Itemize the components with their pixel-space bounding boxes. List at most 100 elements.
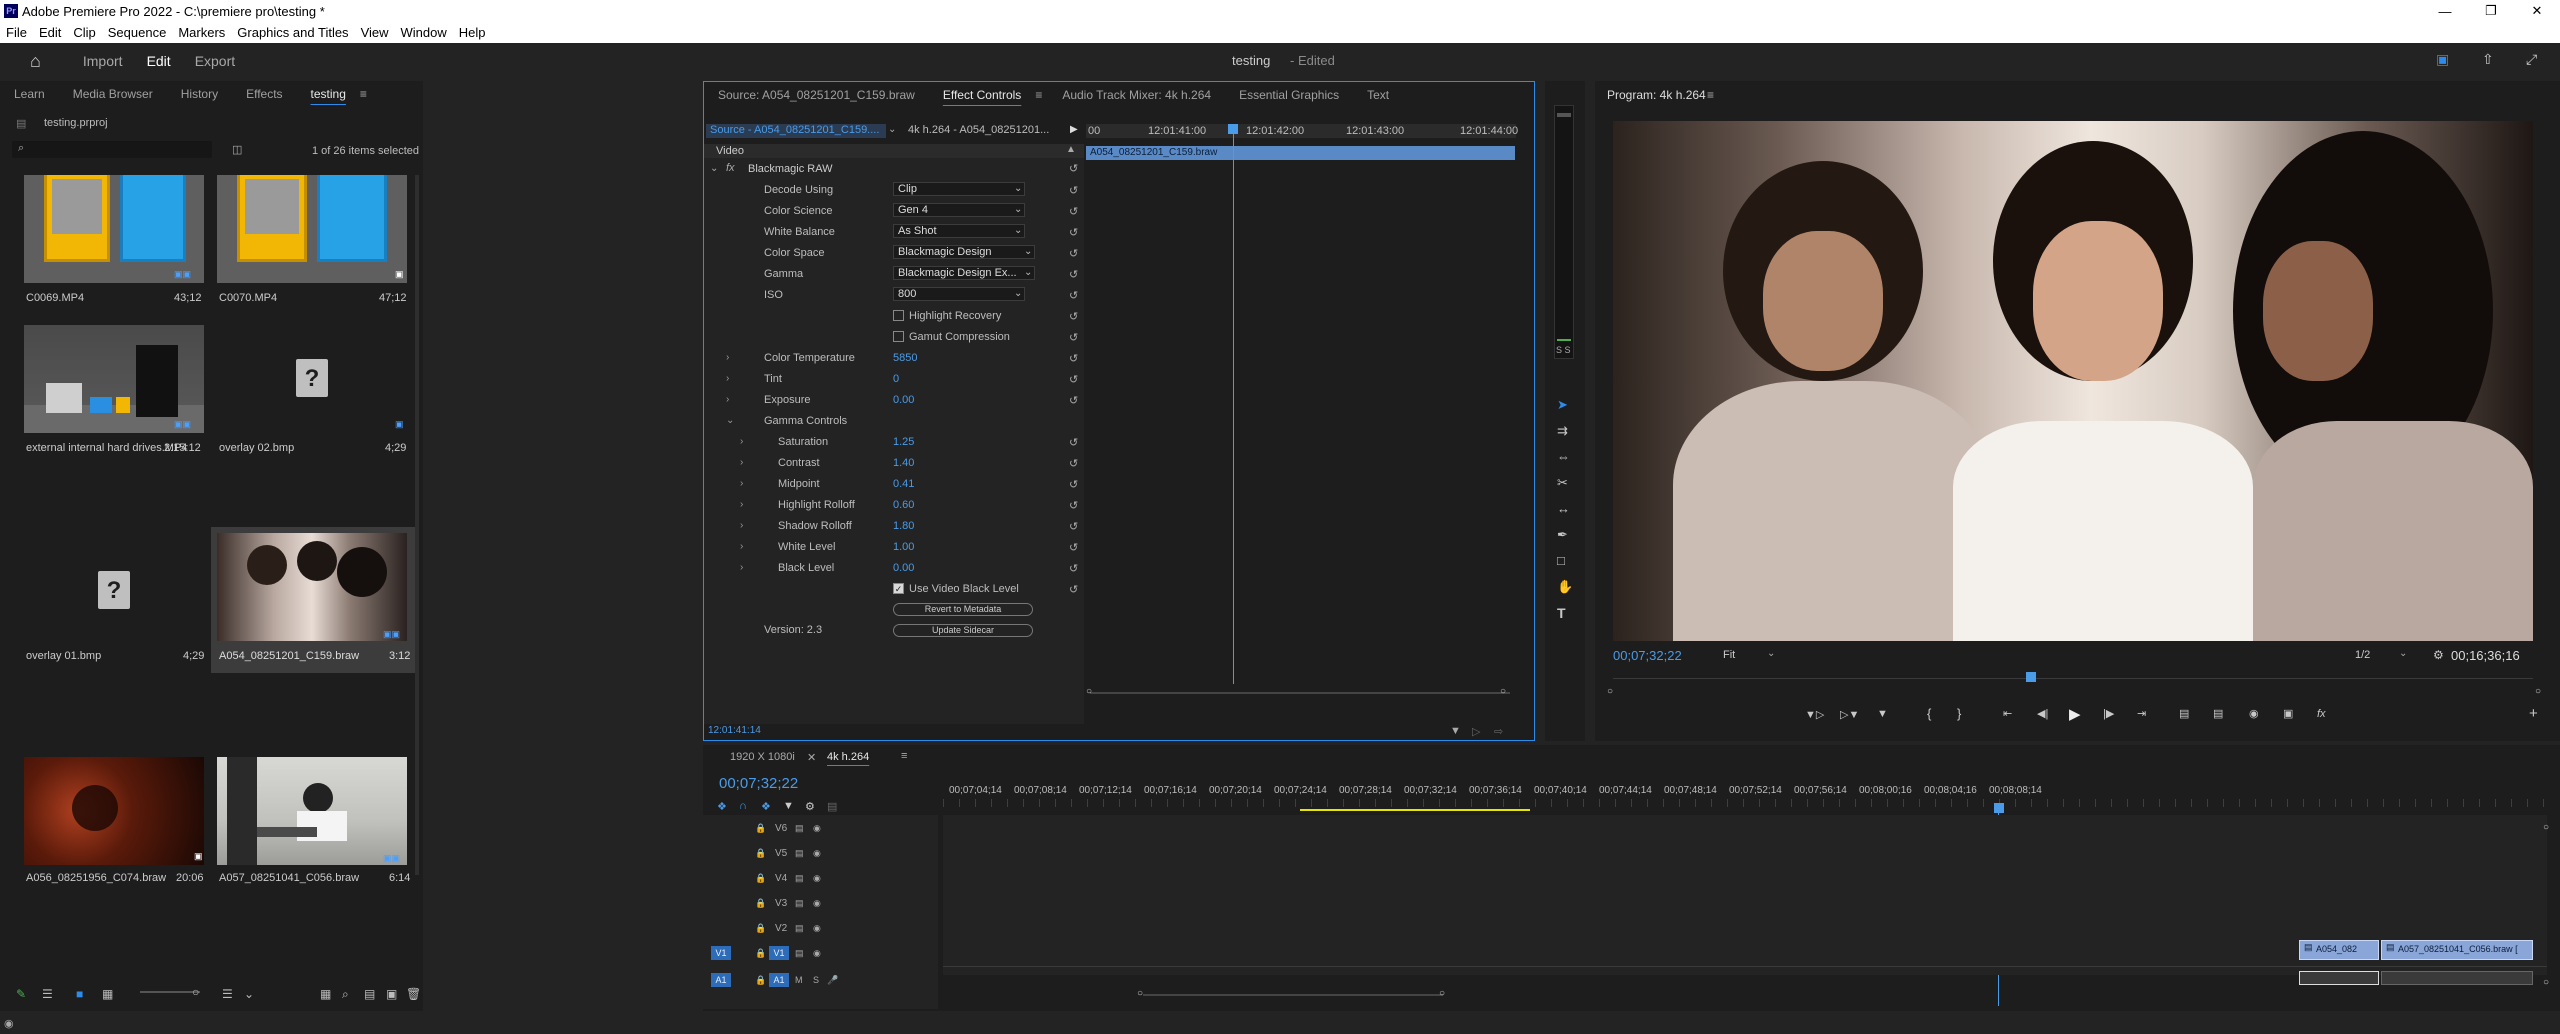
tab-effect-controls[interactable]: Effect Controls <box>929 88 1035 102</box>
twirl-icon[interactable]: › <box>740 499 743 510</box>
panel-menu-icon[interactable]: ≡ <box>360 87 367 101</box>
workspace-import[interactable]: Import <box>71 53 135 69</box>
tab-essential-graphics[interactable]: Essential Graphics <box>1225 88 1353 102</box>
tab-text[interactable]: Text <box>1353 88 1403 102</box>
lock-icon[interactable]: 🔒 <box>755 848 766 859</box>
minimize-icon[interactable]: — <box>2422 0 2468 22</box>
icon-view-icon[interactable]: ■ <box>76 987 83 1001</box>
fx-toggle-icon[interactable]: fx <box>2317 708 2326 720</box>
timeline-scrollbar[interactable] <box>1143 994 1443 996</box>
twirl-icon[interactable]: › <box>726 373 729 384</box>
expand-chevron-icon[interactable]: ⌄ <box>726 415 734 426</box>
status-icon[interactable]: ◉ <box>4 1017 14 1030</box>
reset-icon[interactable]: ↺ <box>1069 289 1078 302</box>
program-video-frame[interactable] <box>1613 121 2533 641</box>
track-label[interactable]: V6 <box>775 823 787 834</box>
project-scrollbar[interactable] <box>415 175 419 875</box>
add-marker-icon[interactable]: ▼ <box>783 800 794 812</box>
zoom-handle-icon[interactable]: ○ <box>192 985 199 999</box>
resolution-select[interactable]: 1/2 <box>2355 649 2370 661</box>
lift-icon[interactable]: ▤ <box>2179 707 2189 720</box>
shadow-rolloff-value[interactable]: 1.80 <box>893 520 914 532</box>
source-patch-v1[interactable]: V1 <box>711 946 731 960</box>
highlight-recovery-checkbox[interactable] <box>893 310 904 321</box>
playhead-handle-icon[interactable] <box>1228 124 1238 134</box>
reset-icon[interactable]: ↺ <box>1069 247 1078 260</box>
black-level-value[interactable]: 0.00 <box>893 562 914 574</box>
play-audio-icon[interactable]: ▷ <box>1472 725 1480 738</box>
play-icon[interactable]: ▶ <box>2069 705 2081 723</box>
play-icon[interactable]: ▶ <box>1070 124 1078 135</box>
reset-icon[interactable]: ↺ <box>1069 373 1078 386</box>
automate-icon[interactable]: ▦ <box>320 987 331 1001</box>
go-to-in-icon[interactable]: ⇤ <box>2003 707 2012 720</box>
program-timecode[interactable]: 00;07;32;22 <box>1613 648 1682 663</box>
thumbnail-c0070[interactable]: ▣ <box>217 175 407 283</box>
playhead-handle-icon[interactable] <box>2026 672 2036 682</box>
menu-markers[interactable]: Markers <box>172 25 231 40</box>
menu-graphics[interactable]: Graphics and Titles <box>231 25 354 40</box>
menu-sequence[interactable]: Sequence <box>102 25 173 40</box>
comparison-view-icon[interactable]: ▣ <box>2283 707 2293 720</box>
reset-icon[interactable]: ↺ <box>1069 162 1078 175</box>
contrast-value[interactable]: 1.40 <box>893 457 914 469</box>
type-tool-icon[interactable]: T <box>1557 605 1566 621</box>
track-label[interactable]: V2 <box>775 923 787 934</box>
track-label[interactable]: V3 <box>775 898 787 909</box>
exposure-value[interactable]: 0.00 <box>893 394 914 406</box>
chevron-down-icon[interactable]: ⌄ <box>1767 648 1775 659</box>
zoom-slider[interactable] <box>140 991 200 993</box>
source-patch-a1[interactable]: A1 <box>711 973 731 987</box>
audio-clip[interactable] <box>2299 971 2379 985</box>
panel-menu-icon[interactable]: ≡ <box>1035 88 1048 102</box>
selection-tool-icon[interactable]: ➤ <box>1557 397 1568 413</box>
home-icon[interactable]: ⌂ <box>30 51 41 72</box>
pen-tool-icon[interactable]: ✒ <box>1557 527 1568 543</box>
lock-icon[interactable]: 🔒 <box>755 823 766 834</box>
captions-icon[interactable]: ▤ <box>827 800 837 813</box>
panel-menu-icon[interactable]: ≡ <box>1707 88 1714 102</box>
pencil-icon[interactable]: ✎ <box>16 987 26 1001</box>
menu-view[interactable]: View <box>355 25 395 40</box>
tab-history[interactable]: History <box>167 87 232 101</box>
fullscreen-icon[interactable]: ⤢ <box>2526 51 2537 68</box>
trash-icon[interactable]: 🗑 <box>406 987 421 1001</box>
update-sidecar-button[interactable]: Update Sidecar <box>893 624 1033 637</box>
twirl-icon[interactable]: › <box>740 478 743 489</box>
fit-select[interactable]: Fit <box>1723 649 1735 661</box>
close-icon[interactable]: ✕ <box>2514 0 2560 22</box>
thumbnail-a054[interactable]: ▣▣ <box>217 533 407 641</box>
reset-icon[interactable]: ↺ <box>1069 499 1078 512</box>
chevron-down-icon[interactable]: ⌄ <box>888 124 896 135</box>
workspace-export[interactable]: Export <box>183 53 247 69</box>
wrench-icon[interactable]: ⚙ <box>2433 648 2444 662</box>
twirl-icon[interactable]: › <box>726 352 729 363</box>
menu-help[interactable]: Help <box>453 25 492 40</box>
restore-icon[interactable]: ❐ <box>2468 0 2514 22</box>
search-input[interactable]: ⌕ <box>12 141 212 158</box>
close-icon[interactable]: ✕ <box>807 751 816 764</box>
step-forward-icon[interactable]: |▶ <box>2103 707 2114 720</box>
find-bin-icon[interactable]: ◫ <box>232 143 242 156</box>
eye-icon[interactable]: ◉ <box>813 898 821 909</box>
work-area-bar[interactable] <box>1300 809 1530 811</box>
tab-learn[interactable]: Learn <box>0 87 59 101</box>
tab-sequence-4k[interactable]: 4k h.264 <box>827 751 869 763</box>
thumbnail-overlay-01[interactable]: ? <box>24 535 204 643</box>
saturation-value[interactable]: 1.25 <box>893 436 914 448</box>
select-decode-using[interactable]: Clip <box>893 182 1025 196</box>
tab-sequence-1920[interactable]: 1920 X 1080i <box>730 751 795 763</box>
settings-wrench-icon[interactable]: ⚙ <box>805 800 815 813</box>
sync-lock-icon[interactable]: ▤ <box>795 898 804 909</box>
sync-lock-icon[interactable]: ▤ <box>795 948 804 959</box>
reset-icon[interactable]: ↺ <box>1069 226 1078 239</box>
color-temperature-value[interactable]: 5850 <box>893 352 917 364</box>
microphone-icon[interactable]: 🎤 <box>827 975 838 986</box>
add-button-icon[interactable]: + <box>2529 705 2538 722</box>
solo-button[interactable]: S <box>813 975 819 985</box>
share-icon[interactable]: ⇧ <box>2482 51 2494 68</box>
expand-chevron-icon[interactable]: ⌄ <box>710 163 718 174</box>
ripple-edit-icon[interactable]: ⇔ <box>1557 449 1570 464</box>
ec-current-time[interactable]: 12:01:41:14 <box>708 725 761 736</box>
timeline-clip[interactable]: ▤ A057_08251041_C056.braw [ <box>2381 940 2533 960</box>
